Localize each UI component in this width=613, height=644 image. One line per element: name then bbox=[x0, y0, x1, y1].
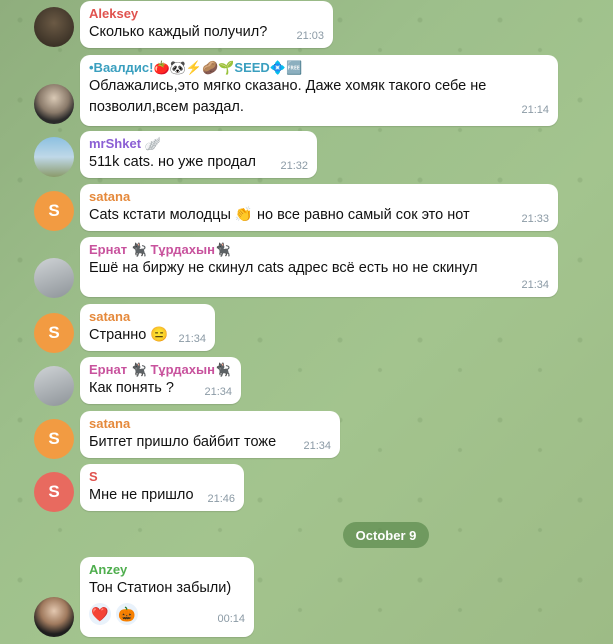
avatar-initial: S bbox=[48, 323, 60, 342]
sender-name[interactable]: mrShket 🪽 bbox=[89, 135, 308, 152]
avatar-initial: S bbox=[48, 482, 60, 501]
message-bubble[interactable]: mrShket 🪽 511k cats. но уже продал 21:32 bbox=[80, 131, 317, 178]
message-time: 21:34 bbox=[204, 386, 232, 398]
message-bubble[interactable]: Ернат 🐈‍⬛ Тұрдахын🐈‍⬛ Ешё на биржу не ск… bbox=[80, 237, 558, 297]
message-bubble[interactable]: satana Cats кстати молодцы 👏 но все равн… bbox=[80, 184, 558, 231]
message-bubble[interactable]: Anzey Тон Статион забыли) ❤️ 🎃 00:14 bbox=[80, 557, 254, 637]
message-time: 21:33 bbox=[521, 213, 549, 225]
message-bubble[interactable]: S Мне не пришло 21:46 bbox=[80, 464, 244, 511]
sender-name[interactable]: satana bbox=[89, 415, 331, 432]
message-time: 21:34 bbox=[178, 333, 206, 345]
message-time: 21:46 bbox=[207, 493, 235, 505]
message-time: 21:32 bbox=[280, 160, 308, 172]
message-text: Ешё на биржу не скинул cats адрес всё ес… bbox=[89, 260, 478, 276]
avatar-satana[interactable]: S bbox=[34, 191, 74, 231]
date-separator: October 9 bbox=[343, 522, 429, 548]
heart-reaction-icon[interactable]: ❤️ bbox=[89, 603, 111, 625]
avatar-initial: S bbox=[48, 429, 60, 448]
message-bubble[interactable]: Aleksey Сколько каждый получил? 21:03 bbox=[80, 1, 333, 48]
message-time: 21:03 bbox=[296, 30, 324, 42]
message-text: Битгет пришло байбит тоже bbox=[89, 434, 277, 450]
message-text: 511k cats. но уже продал bbox=[89, 154, 256, 170]
avatar-aleksey[interactable] bbox=[34, 7, 74, 47]
message-bubble[interactable]: Ернат 🐈‍⬛ Тұрдахын🐈‍⬛ Как понять ? 21:34 bbox=[80, 357, 241, 404]
avatar-anzey[interactable] bbox=[34, 597, 74, 637]
message-bubble[interactable]: satana Битгет пришло байбит тоже 21:34 bbox=[80, 411, 340, 458]
pumpkin-reaction-icon[interactable]: 🎃 bbox=[116, 603, 138, 625]
sender-name[interactable]: satana bbox=[89, 308, 206, 325]
message-text: Cats кстати молодцы 👏 но все равно самый… bbox=[89, 207, 470, 223]
sender-name[interactable]: •Ваалдис!🍅🐼⚡🥔🌱SEED💠🆓 bbox=[89, 59, 549, 76]
avatar-s[interactable]: S bbox=[34, 472, 74, 512]
message-text: Странно 😑 bbox=[89, 327, 169, 343]
message-text: Сколько каждый получил? bbox=[89, 24, 268, 40]
sender-name[interactable]: S bbox=[89, 468, 235, 485]
message-time: 21:34 bbox=[521, 279, 549, 291]
sender-name[interactable]: Anzey bbox=[89, 561, 245, 578]
avatar-mrshket[interactable] bbox=[34, 137, 74, 177]
message-text: Мне не пришло bbox=[89, 487, 194, 503]
avatar-initial: S bbox=[48, 201, 60, 220]
message-bubble[interactable]: satana Странно 😑 21:34 bbox=[80, 304, 215, 351]
sender-name[interactable]: Aleksey bbox=[89, 5, 324, 22]
avatar-satana[interactable]: S bbox=[34, 313, 74, 353]
message-time: 21:34 bbox=[303, 440, 331, 452]
avatar-vaaldis[interactable] bbox=[34, 84, 74, 124]
sender-name[interactable]: Ернат 🐈‍⬛ Тұрдахын🐈‍⬛ bbox=[89, 241, 549, 258]
avatar-ernat[interactable] bbox=[34, 366, 74, 406]
avatar-satana[interactable]: S bbox=[34, 419, 74, 459]
sender-name[interactable]: Ернат 🐈‍⬛ Тұрдахын🐈‍⬛ bbox=[89, 361, 232, 378]
message-text: Как понять ? bbox=[89, 380, 174, 396]
sender-name[interactable]: satana bbox=[89, 188, 549, 205]
message-text: Тон Статион забыли) bbox=[89, 580, 232, 596]
message-bubble[interactable]: •Ваалдис!🍅🐼⚡🥔🌱SEED💠🆓 Облажались,это мягк… bbox=[80, 55, 558, 126]
avatar-ernat[interactable] bbox=[34, 258, 74, 298]
